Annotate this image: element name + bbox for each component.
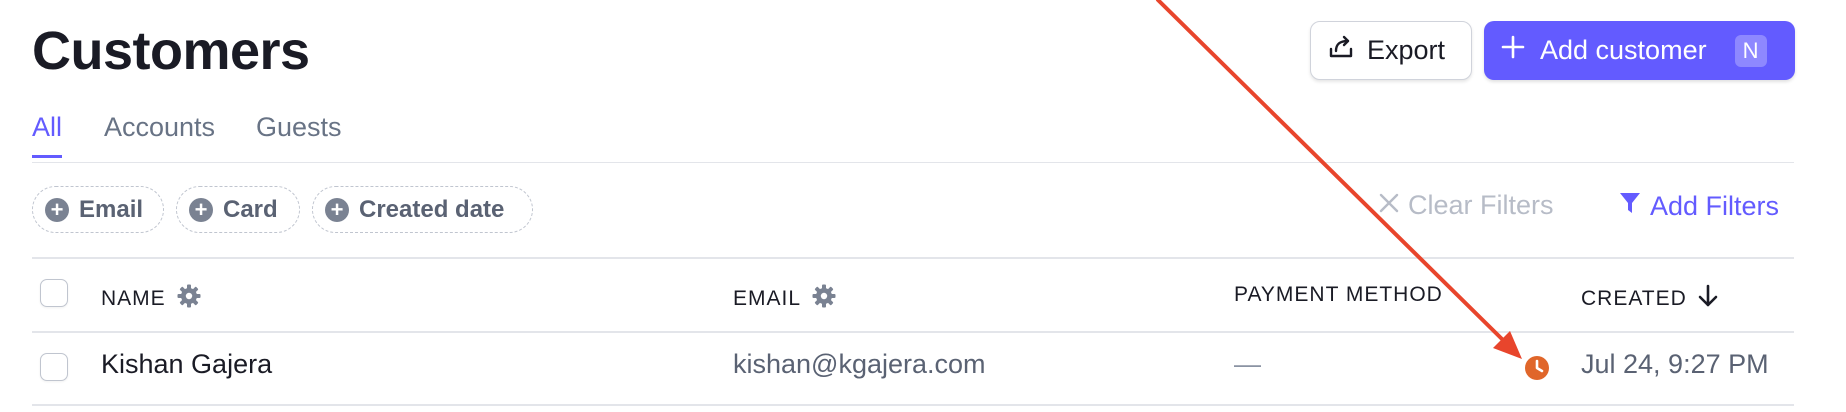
tab-guests[interactable]: Guests: [256, 112, 342, 158]
column-header-payment-method[interactable]: PAYMENT METHOD: [1234, 283, 1443, 307]
keyboard-shortcut-badge: N: [1734, 34, 1767, 67]
divider: [32, 404, 1794, 406]
filter-chip-email[interactable]: + Email: [32, 186, 164, 233]
filter-icon: [1618, 190, 1642, 223]
clock-icon: [1524, 355, 1550, 386]
payment-method-value: —: [1234, 349, 1261, 379]
add-circle-icon: +: [45, 197, 69, 222]
column-header-name[interactable]: NAME: [101, 283, 202, 315]
add-circle-icon: +: [189, 197, 213, 222]
filter-bar: + Email + Card + Created date Clear Filt…: [32, 186, 1794, 258]
add-filters-label: Add Filters: [1650, 191, 1780, 221]
export-label: Export: [1367, 35, 1446, 65]
close-icon: [1378, 190, 1400, 221]
column-header-label: PAYMENT METHOD: [1234, 283, 1443, 306]
customer-email: kishan@kgajera.com: [733, 349, 986, 379]
add-customer-button[interactable]: Add customer N: [1484, 21, 1795, 80]
filter-chip-label: Email: [79, 195, 144, 223]
tab-all[interactable]: All: [32, 112, 63, 158]
clear-filters-button[interactable]: Clear Filters: [1378, 190, 1554, 221]
column-header-email[interactable]: EMAIL: [733, 283, 837, 315]
column-header-label: CREATED: [1581, 287, 1687, 310]
column-header-label: EMAIL: [733, 287, 802, 310]
clear-filters-label: Clear Filters: [1408, 190, 1554, 220]
gear-icon[interactable]: [176, 283, 202, 315]
tab-bar: All Accounts Guests: [32, 108, 1794, 163]
created-date: Jul 24, 9:27 PM: [1581, 349, 1769, 379]
add-customer-label: Add customer: [1540, 35, 1707, 65]
filter-chip-label: Created date: [359, 195, 505, 223]
add-filters-button[interactable]: Add Filters: [1618, 190, 1779, 223]
divider: [32, 257, 1794, 259]
divider: [32, 331, 1794, 333]
filter-chip-created-date[interactable]: + Created date: [312, 186, 533, 233]
export-button[interactable]: Export: [1310, 21, 1472, 80]
filter-chip-label: Card: [223, 195, 278, 223]
filter-chip-card[interactable]: + Card: [176, 186, 300, 233]
column-header-label: NAME: [101, 287, 166, 310]
tab-accounts[interactable]: Accounts: [104, 112, 215, 158]
arrow-down-icon: [1697, 283, 1719, 315]
plus-icon: [1500, 34, 1526, 67]
add-circle-icon: +: [325, 197, 349, 222]
export-icon: [1327, 33, 1355, 68]
customer-name[interactable]: Kishan Gajera: [101, 349, 272, 380]
select-all-checkbox[interactable]: [40, 279, 68, 307]
page-title: Customers: [32, 21, 310, 81]
gear-icon[interactable]: [811, 283, 837, 315]
column-header-created[interactable]: CREATED: [1581, 283, 1719, 315]
row-checkbox[interactable]: [40, 353, 68, 381]
